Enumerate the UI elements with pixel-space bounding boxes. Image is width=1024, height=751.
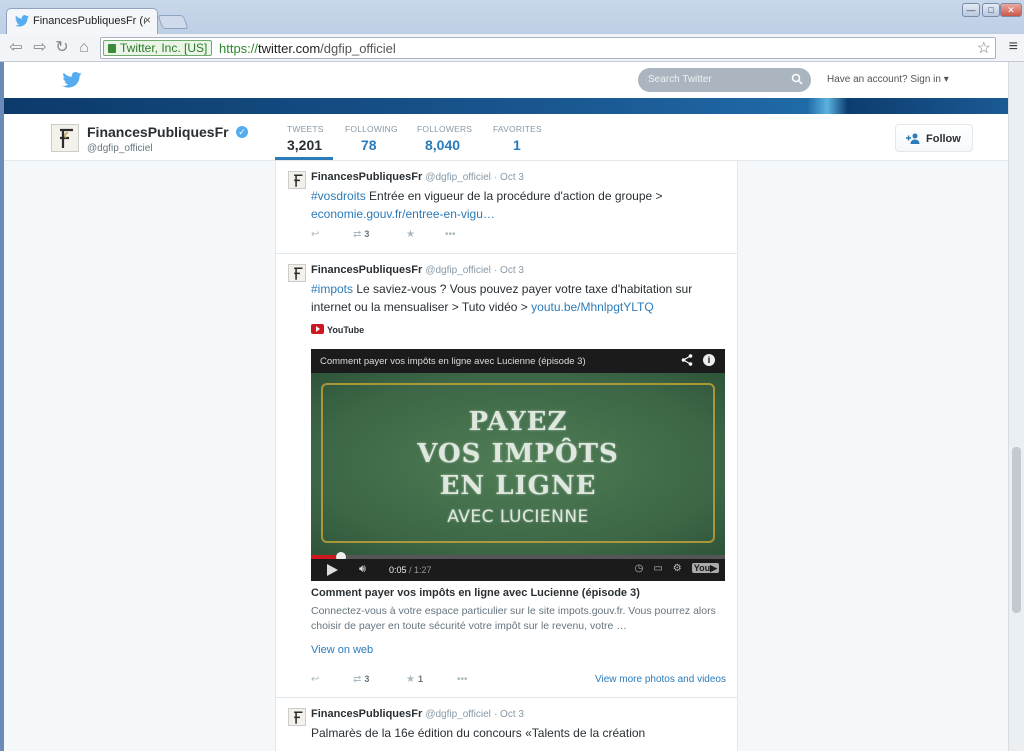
- hashtag-link[interactable]: #vosdroits: [311, 189, 366, 203]
- dgfip-logo-icon: [294, 267, 303, 280]
- tweet[interactable]: FinancesPubliquesFr @dgfip_officiel · Oc…: [276, 698, 737, 751]
- board-text: AVEC LUCIENNE: [447, 507, 589, 527]
- card-description: Connectez-vous à votre espace particulie…: [311, 605, 716, 632]
- browser-menu-icon[interactable]: ≡: [1009, 38, 1018, 56]
- share-icon[interactable]: [681, 354, 693, 366]
- settings-gear-icon[interactable]: ⚙: [673, 563, 682, 574]
- tweet-avatar[interactable]: [288, 264, 306, 282]
- tweet-url-link[interactable]: economie.gouv.fr/entree-en-vigu…: [311, 207, 495, 221]
- twitter-bird-icon: [15, 15, 29, 27]
- profile-avatar[interactable]: [51, 124, 79, 152]
- tweet[interactable]: FinancesPubliquesFr @dgfip_officiel · Oc…: [276, 254, 737, 698]
- follow-button[interactable]: Follow: [895, 124, 973, 152]
- lock-icon: [108, 44, 116, 53]
- stat-followers[interactable]: FOLLOWERS 8,040: [417, 124, 472, 153]
- maximize-button[interactable]: □: [982, 3, 1000, 17]
- video-player[interactable]: Comment payer vos impôts en ligne avec L…: [311, 349, 725, 581]
- tweet-text: Palmarès de la 16e édition du concours «…: [311, 726, 646, 740]
- twitter-logo-icon[interactable]: [62, 72, 82, 88]
- youtube-source[interactable]: YouTube: [311, 324, 364, 335]
- info-icon[interactable]: i: [703, 354, 715, 366]
- view-on-web-link[interactable]: View on web: [311, 644, 373, 656]
- view-more-media-link[interactable]: View more photos and videos: [595, 674, 726, 685]
- tweet[interactable]: FinancesPubliquesFr @dgfip_officiel · Oc…: [276, 161, 737, 254]
- profile-banner: [4, 98, 1008, 114]
- back-icon[interactable]: ⇦: [6, 38, 26, 58]
- reply-icon[interactable]: ↩: [311, 229, 319, 240]
- volume-icon[interactable]: 🔊︎: [359, 563, 366, 576]
- browser-toolbar: ⇦ ⇨ ↻ ⌂ Twitter, Inc. [US] https://twitt…: [0, 34, 1024, 62]
- profile-handle: @dgfip_officiel: [87, 143, 153, 154]
- tweet-author[interactable]: FinancesPubliquesFr @dgfip_officiel · Oc…: [311, 708, 524, 720]
- youtube-logo-icon[interactable]: You▶: [691, 563, 719, 573]
- sign-in-link[interactable]: Have an account? Sign in ▾: [827, 74, 949, 85]
- dgfip-logo-icon: [60, 128, 73, 148]
- home-icon[interactable]: ⌂: [74, 38, 94, 58]
- url-text[interactable]: https://twitter.com/dgfip_officiel: [219, 41, 396, 56]
- reload-icon[interactable]: ↻: [52, 38, 72, 58]
- video-title-bar: Comment payer vos impôts en ligne avec L…: [311, 349, 725, 373]
- verified-badge-icon: ✓: [236, 126, 248, 138]
- tweet-text: #vosdroits Entrée en vigueur de la procé…: [311, 189, 663, 221]
- search-icon[interactable]: [791, 73, 803, 85]
- more-icon[interactable]: •••: [457, 674, 468, 685]
- ev-certificate-badge[interactable]: Twitter, Inc. [US]: [103, 40, 213, 56]
- tab-title: FinancesPubliquesFr (@: [33, 15, 145, 27]
- browser-tab[interactable]: FinancesPubliquesFr (@ ×: [6, 8, 158, 34]
- play-icon[interactable]: [327, 564, 338, 576]
- search-input[interactable]: Search Twitter: [638, 68, 811, 92]
- new-tab-button[interactable]: [157, 15, 189, 29]
- tweet-avatar[interactable]: [288, 708, 306, 726]
- timeline: FinancesPubliquesFr @dgfip_officiel · Oc…: [275, 161, 738, 751]
- profile-name[interactable]: FinancesPubliquesFr: [87, 124, 229, 140]
- stat-following[interactable]: FOLLOWING 78: [345, 124, 398, 153]
- profile-nav: FinancesPubliquesFr ✓ @dgfip_officiel TW…: [4, 114, 1008, 161]
- tab-close-icon[interactable]: ×: [144, 13, 151, 27]
- card-title[interactable]: Comment payer vos impôts en ligne avec L…: [311, 587, 640, 599]
- video-time: 0:05 / 1:27: [389, 565, 432, 575]
- stat-favorites[interactable]: FAVORITES 1: [493, 124, 542, 153]
- twitter-page: Search Twitter Have an account? Sign in …: [4, 62, 1008, 751]
- board-text: VOS IMPÔTS: [417, 439, 619, 469]
- tweet-avatar[interactable]: [288, 171, 306, 189]
- page-scrollbar[interactable]: [1008, 62, 1024, 751]
- minimize-button[interactable]: —: [962, 3, 980, 17]
- scrollbar-thumb[interactable]: [1012, 447, 1021, 613]
- tweet-actions: ↩ ⇄ 3 ★ 1 ••• View more photos and videos: [311, 674, 726, 688]
- forward-icon[interactable]: ⇨: [30, 38, 50, 58]
- browser-chrome: FinancesPubliquesFr (@ × — □ ✕ ⇦ ⇨ ↻ ⌂ T…: [0, 0, 1024, 62]
- tab-bar: FinancesPubliquesFr (@ × — □ ✕: [0, 0, 1024, 34]
- youtube-icon: [311, 324, 324, 334]
- stat-tweets[interactable]: TWEETS 3,201: [287, 124, 324, 153]
- more-icon[interactable]: •••: [445, 229, 456, 240]
- tweet-author[interactable]: FinancesPubliquesFr @dgfip_officiel · Oc…: [311, 171, 524, 183]
- star-icon[interactable]: ★ 1: [406, 674, 423, 685]
- add-user-icon: [906, 133, 920, 144]
- tweet-actions: ↩ ⇄ 3 ★ •••: [311, 229, 726, 243]
- hashtag-link[interactable]: #impots: [311, 282, 353, 296]
- twitter-topbar: Search Twitter Have an account? Sign in …: [4, 62, 1008, 98]
- tweet-url-link[interactable]: youtu.be/MhnlpgtYLTQ: [531, 300, 654, 314]
- video-thumbnail[interactable]: PAYEZ VOS IMPÔTS EN LIGNE AVEC LUCIENNE: [311, 373, 725, 555]
- star-icon[interactable]: ★: [406, 229, 415, 240]
- dgfip-logo-icon: [294, 711, 303, 724]
- watch-later-icon[interactable]: ◷: [635, 563, 644, 574]
- active-tab-indicator: [275, 157, 333, 160]
- bookmark-star-icon[interactable]: ☆: [977, 38, 991, 58]
- dgfip-logo-icon: [294, 174, 303, 187]
- address-bar[interactable]: Twitter, Inc. [US] https://twitter.com/d…: [100, 37, 996, 59]
- tweet-author[interactable]: FinancesPubliquesFr @dgfip_officiel · Oc…: [311, 264, 524, 276]
- captions-icon[interactable]: ▭: [653, 563, 662, 574]
- retweet-icon[interactable]: ⇄ 3: [353, 674, 369, 685]
- video-controls: 🔊︎ 0:05 / 1:27 ◷ ▭ ⚙ You▶: [311, 559, 725, 581]
- retweet-icon[interactable]: ⇄ 3: [353, 229, 369, 240]
- board-text: EN LIGNE: [439, 471, 597, 501]
- tweet-text: #impots Le saviez-vous ? Vous pouvez pay…: [311, 282, 693, 314]
- board-text: PAYEZ: [468, 407, 568, 437]
- close-window-button[interactable]: ✕: [1000, 3, 1022, 17]
- reply-icon[interactable]: ↩: [311, 674, 319, 685]
